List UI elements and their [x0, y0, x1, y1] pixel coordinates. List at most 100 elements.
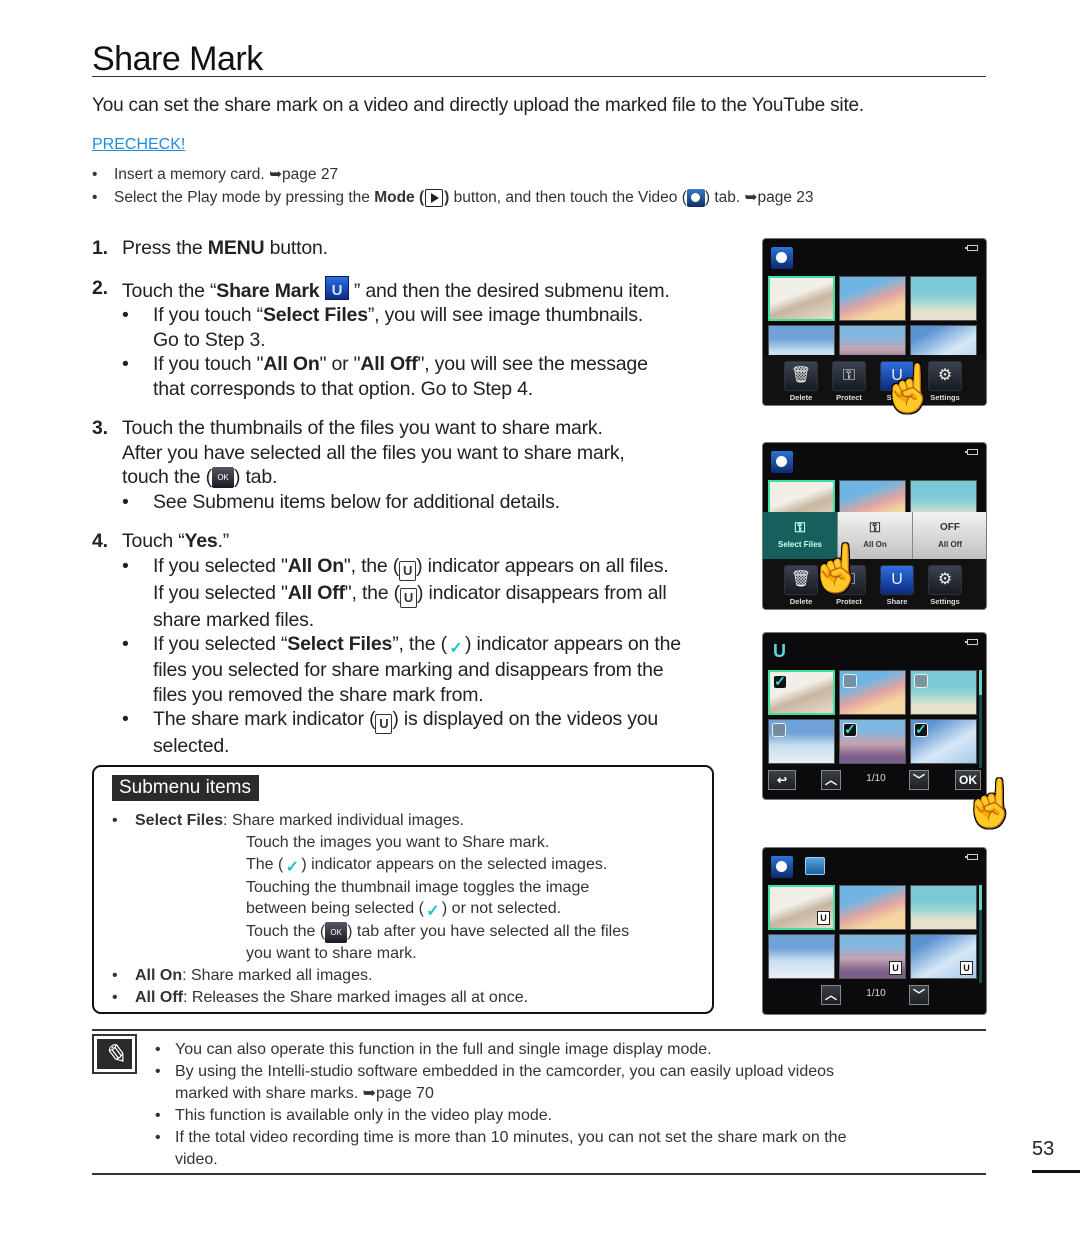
- hand-pointer-icon: ☝: [808, 542, 866, 594]
- submenu-item-all-on: • All On: Share marked all images.: [112, 966, 373, 984]
- page-title: Share Mark: [92, 40, 263, 78]
- screen-select-files: U ✓ ✓ ✓ ↩ ︿ 1/10 ﹀ OK: [763, 633, 986, 799]
- checkbox[interactable]: [843, 674, 857, 688]
- thumbnail[interactable]: ✓: [768, 670, 835, 715]
- page-ref-link[interactable]: ➥page 23: [745, 189, 814, 206]
- thumbnail[interactable]: [910, 276, 977, 321]
- battery-icon: [965, 854, 978, 860]
- thumbnail[interactable]: [839, 670, 906, 715]
- note-item: • This function is available only in the …: [155, 1107, 553, 1124]
- thumbnail-grid: U U U: [768, 885, 977, 979]
- page-down-button[interactable]: ﹀: [909, 985, 929, 1005]
- video-mode-icon: [771, 247, 793, 269]
- scrollbar[interactable]: [979, 670, 982, 768]
- note-divider-top: [92, 1029, 986, 1031]
- thumbnail[interactable]: [910, 670, 977, 715]
- photo-mode-icon[interactable]: [805, 857, 825, 875]
- page-up-button[interactable]: ︿: [821, 985, 841, 1005]
- screen-share-popup: ⚿ Select Files ⚿ All On OFF All Off 🗑 ⚿ U ⚙…: [763, 443, 986, 609]
- page-number: 53: [1032, 1138, 1055, 1160]
- note-item: • You can also operate this function in t…: [155, 1041, 712, 1058]
- notes-list: • You can also operate this function in t…: [155, 1039, 975, 1171]
- note-icon: ✎: [92, 1034, 137, 1074]
- back-arrow-icon: ↩: [776, 773, 788, 787]
- thumbnail[interactable]: [839, 885, 906, 930]
- thumbnail[interactable]: [768, 934, 835, 979]
- screen-menu: 🗑 ⚿ U ⚙ Delete Protect Share Settings: [763, 239, 986, 405]
- share-mark-icon: [324, 275, 349, 303]
- step-2: 2. Touch the “Share Mark ” and then the …: [92, 275, 752, 402]
- thumbnail[interactable]: U: [839, 934, 906, 979]
- page-indicator: 1/10: [866, 773, 886, 784]
- check-icon: ✓: [449, 640, 463, 657]
- nav-bar: ↩ ︿ 1/10 ﹀ OK: [763, 765, 986, 799]
- chevron-up-icon: ︿: [824, 988, 837, 1002]
- thumbnail[interactable]: U: [910, 934, 977, 979]
- submenu-list: • Select Files: Share marked individual i…: [112, 810, 629, 1009]
- precheck-list: • Insert a memory card. ➥page 27 • Select …: [92, 163, 814, 209]
- thumbnail[interactable]: ✓: [910, 719, 977, 764]
- ok-icon: OK: [211, 467, 234, 489]
- share-submenu-popup: ⚿ Select Files ⚿ All On OFF All Off: [763, 512, 986, 562]
- thumbnail[interactable]: [768, 719, 835, 764]
- thumbnail[interactable]: U: [768, 885, 835, 930]
- note-divider-bottom: [92, 1173, 986, 1175]
- chevron-down-icon: ﹀: [912, 773, 925, 787]
- play-mode-icon: [425, 188, 444, 207]
- share-indicator-icon: U: [889, 961, 902, 975]
- menu-bar: 🗑 ⚿ U ⚙ Delete Protect Share Settings: [763, 355, 986, 405]
- chevron-up-icon: ︿: [824, 773, 837, 787]
- submenu-title: Submenu items: [112, 775, 260, 801]
- checkbox-checked[interactable]: ✓: [843, 722, 857, 737]
- check-icon: ✓: [285, 858, 300, 876]
- thumbnail[interactable]: [910, 885, 977, 930]
- thumbnail[interactable]: [839, 276, 906, 321]
- battery-icon: [965, 245, 978, 251]
- video-mode-icon[interactable]: [771, 856, 793, 878]
- share-button[interactable]: U: [880, 565, 914, 595]
- step-3: 3. Touch the thumbnails of the files you…: [92, 417, 625, 513]
- chevron-down-icon: ﹀: [912, 988, 925, 1002]
- page-down-button[interactable]: ﹀: [909, 770, 929, 790]
- share-indicator-icon: U: [817, 911, 830, 925]
- video-tab-icon: [686, 188, 705, 207]
- protect-button[interactable]: ⚿: [832, 361, 866, 391]
- scrollbar[interactable]: [979, 885, 982, 983]
- submenu-item-select-files: • Select Files: Share marked individual i…: [112, 812, 465, 829]
- thumbnail-grid: ✓ ✓ ✓: [768, 670, 977, 764]
- thumbnail[interactable]: ✓: [839, 719, 906, 764]
- page-number-bar: [1032, 1170, 1080, 1173]
- title-divider: [92, 76, 986, 77]
- precheck-heading[interactable]: PRECHECK!: [92, 136, 185, 154]
- gear-icon: ⚙: [937, 571, 953, 588]
- video-mode-icon: [771, 451, 793, 473]
- page-ref-link[interactable]: ➥page 27: [269, 166, 338, 183]
- delete-button[interactable]: 🗑: [784, 361, 818, 391]
- precheck-item: • Select the Play mode by pressing the Mo…: [92, 188, 814, 207]
- checkbox[interactable]: [772, 723, 786, 737]
- key-icon: ⚿: [842, 367, 856, 384]
- precheck-item: • Insert a memory card. ➥page 27: [92, 166, 339, 183]
- page-up-button[interactable]: ︿: [821, 770, 841, 790]
- page-indicator: 1/10: [866, 988, 886, 999]
- battery-icon: [965, 449, 978, 455]
- back-button[interactable]: ↩: [768, 770, 796, 790]
- share-indicator-icon: U: [960, 961, 973, 975]
- option-all-off[interactable]: OFF All Off: [912, 512, 986, 562]
- note-item: • If the total video recording time is mo…: [155, 1129, 847, 1168]
- checkbox[interactable]: [914, 674, 928, 688]
- step-1: 1. Press the MENU button.: [92, 237, 328, 259]
- hand-pointer-icon: ☝: [880, 362, 938, 414]
- thumbnail[interactable]: [768, 276, 835, 321]
- step-4: 4. Touch “Yes.” • If you selected "All O…: [92, 530, 681, 757]
- key-check-icon: ⚿: [794, 519, 806, 535]
- key-all-icon: ⚿: [869, 519, 881, 535]
- share-indicator-icon: U: [399, 587, 417, 608]
- check-icon: ✓: [426, 903, 440, 921]
- share-indicator-icon: U: [375, 714, 393, 734]
- share-mark-icon: U: [773, 641, 786, 661]
- settings-button[interactable]: ⚙: [928, 565, 962, 595]
- steps-list: 1. Press the MENU button. 2. Touch the “…: [92, 236, 752, 774]
- checkbox-checked[interactable]: ✓: [773, 674, 787, 689]
- checkbox-checked[interactable]: ✓: [914, 722, 928, 737]
